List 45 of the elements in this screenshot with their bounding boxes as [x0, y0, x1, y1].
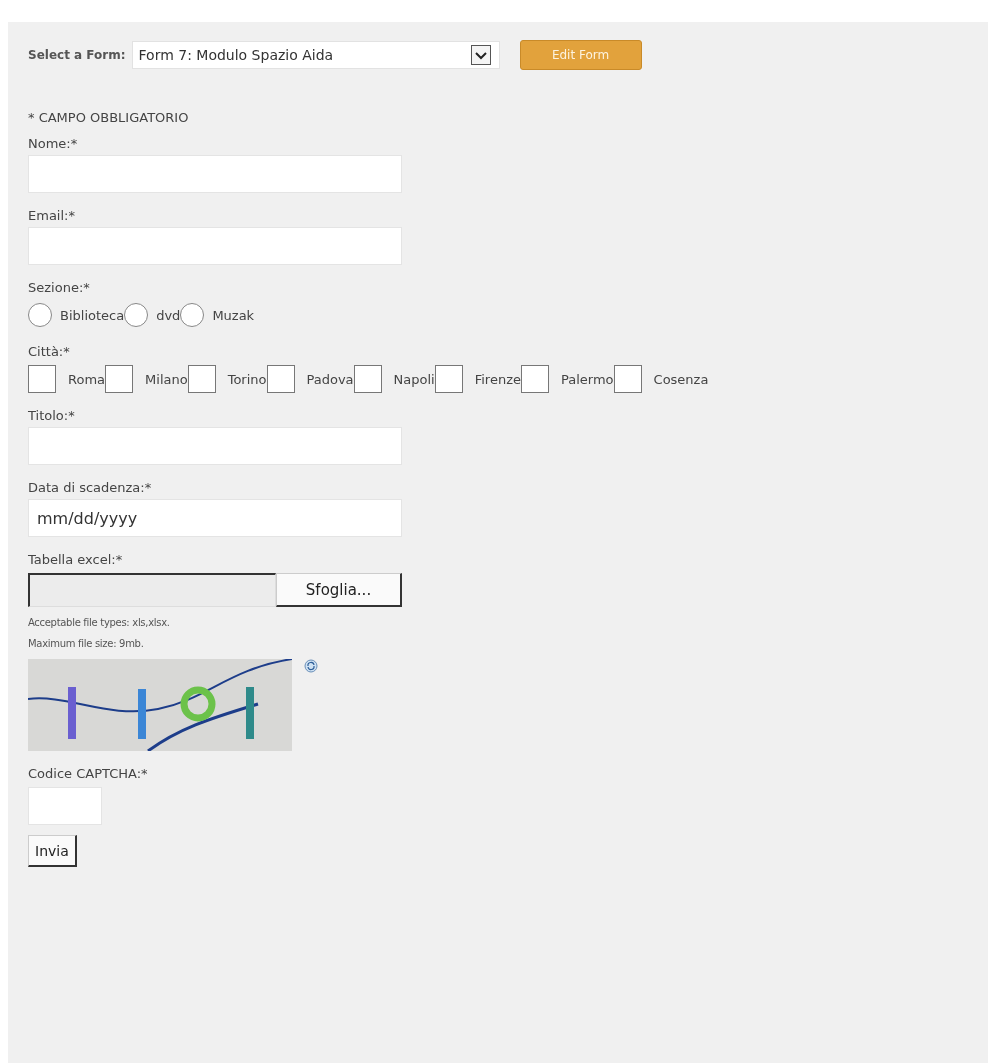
- captcha-input[interactable]: [28, 787, 102, 825]
- option-label: Cosenza: [653, 371, 709, 387]
- field-label: Data di scadenza:*: [28, 479, 153, 497]
- file-note: Acceptable file types: xls,xlsx.: [28, 617, 171, 628]
- option-label: dvd: [156, 307, 181, 323]
- field-label: Tabella excel:*: [28, 551, 124, 569]
- checkbox[interactable]: [434, 365, 463, 393]
- field-label: Nome:*: [28, 135, 79, 153]
- radio-button[interactable]: [124, 303, 149, 327]
- input-field[interactable]: [28, 427, 402, 465]
- form-select[interactable]: Form 7: Modulo Spazio Aida: [131, 41, 500, 69]
- radio-button[interactable]: [28, 303, 52, 327]
- option-label: Roma: [68, 371, 106, 387]
- option-label: Torino: [227, 371, 267, 387]
- option-label: Milano: [145, 371, 188, 387]
- caret-icon: [470, 45, 491, 65]
- radio-button[interactable]: [180, 303, 205, 327]
- input-field[interactable]: [28, 155, 402, 193]
- field-label: Titolo:*: [28, 407, 76, 425]
- option-label: Napoli: [393, 371, 435, 387]
- date-field[interactable]: mm/dd/yyyy: [28, 499, 402, 537]
- submit-button[interactable]: Invia: [28, 835, 77, 867]
- option-label: Padova: [306, 371, 354, 387]
- browse-button[interactable]: Sfoglia...: [276, 573, 402, 607]
- field-label: Codice CAPTCHA:*: [28, 765, 149, 783]
- field-label: Città:*: [28, 343, 71, 361]
- field-label: Email:*: [28, 207, 76, 225]
- refresh-icon[interactable]: [304, 659, 318, 673]
- file-note: Maximum file size: 9mb.: [28, 638, 145, 649]
- checkbox[interactable]: [353, 365, 382, 393]
- required-note: * CAMPO OBBLIGATORIO: [28, 110, 190, 125]
- option-label: Firenze: [474, 371, 521, 387]
- input-field[interactable]: [28, 227, 402, 265]
- checkbox[interactable]: [613, 365, 642, 393]
- checkbox[interactable]: [187, 365, 216, 393]
- option-label: Muzak: [212, 307, 255, 323]
- file-path-field[interactable]: [28, 573, 276, 607]
- checkbox[interactable]: [266, 365, 295, 393]
- checkbox[interactable]: [521, 365, 549, 393]
- option-label: Palermo: [561, 371, 614, 387]
- select-label: Select a Form:: [28, 48, 126, 62]
- checkbox[interactable]: [105, 365, 134, 393]
- option-label: Biblioteca: [60, 307, 125, 323]
- checkbox[interactable]: [28, 365, 56, 393]
- field-label: Sezione:*: [28, 279, 91, 297]
